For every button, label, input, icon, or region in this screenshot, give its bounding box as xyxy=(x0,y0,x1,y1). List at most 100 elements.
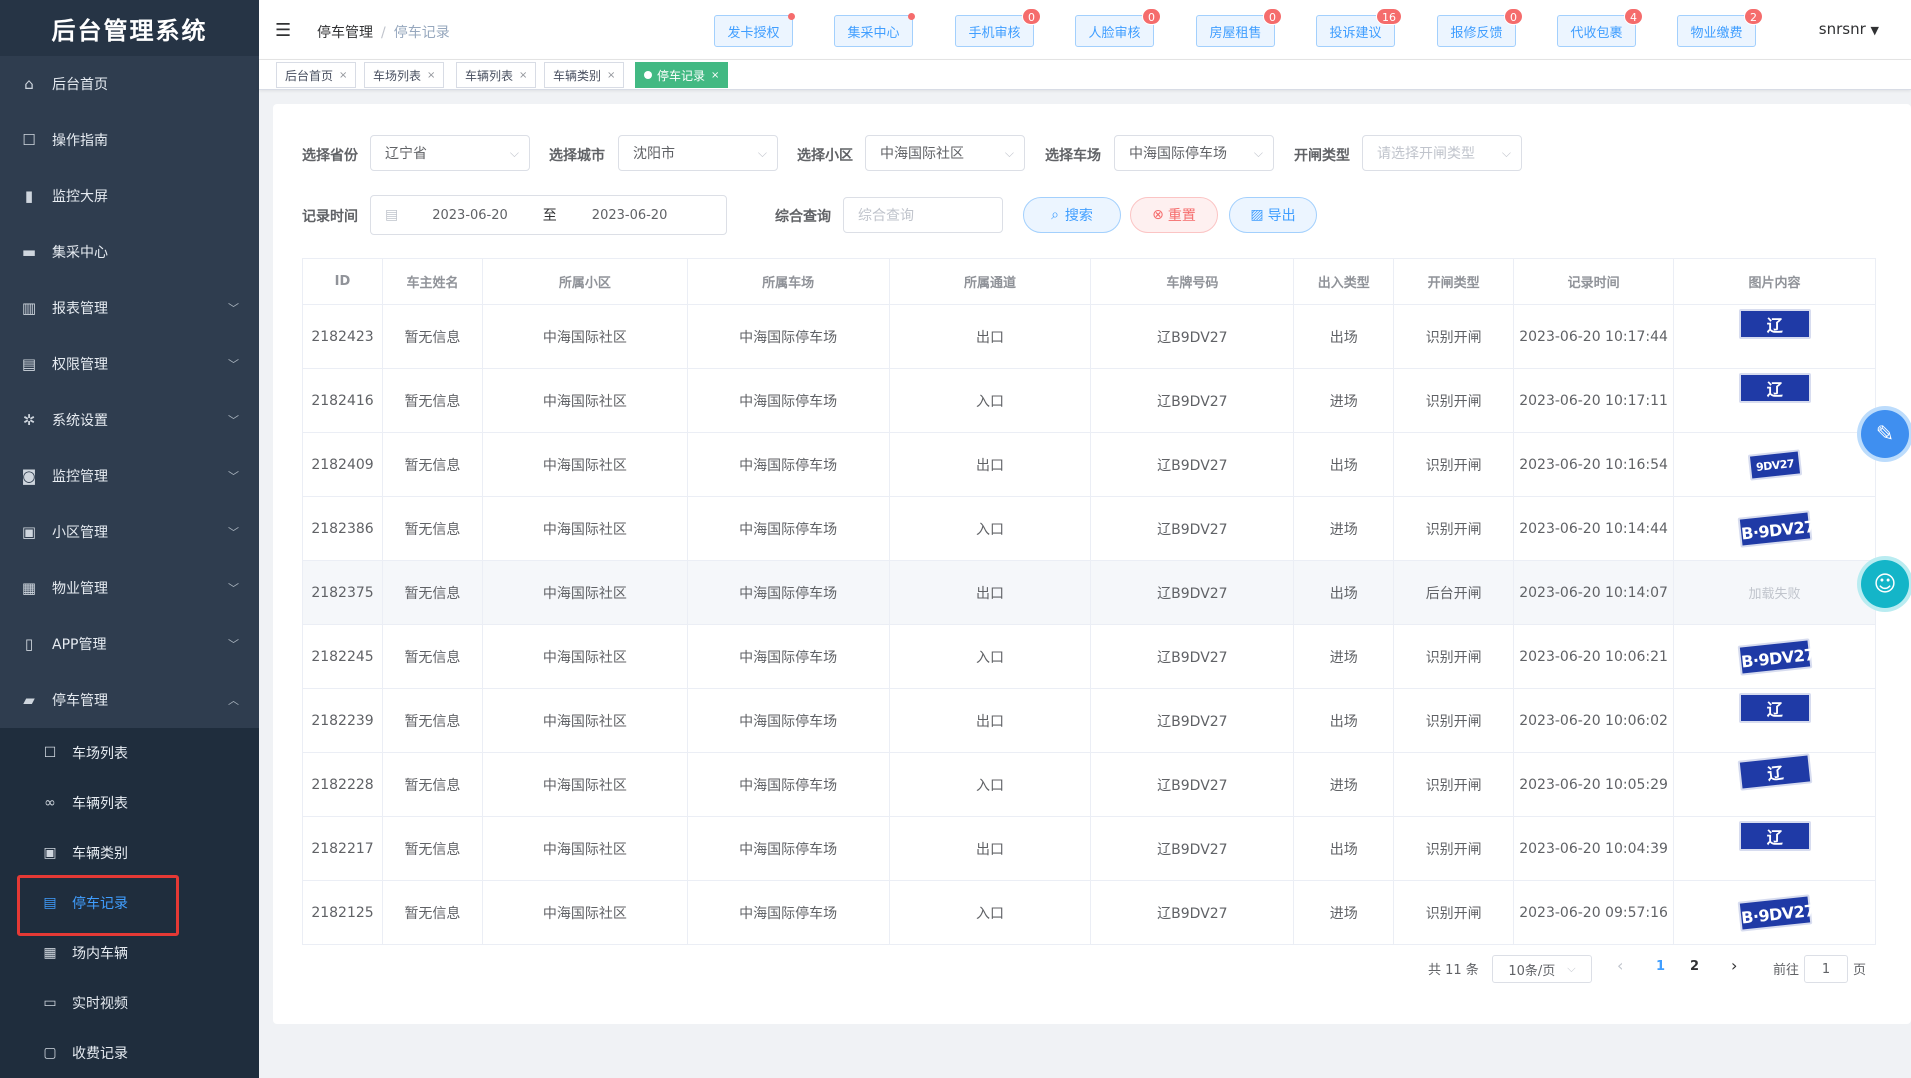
sidebar-item-4[interactable]: ▥ 报表管理 ﹀ xyxy=(0,280,259,336)
reset-button[interactable]: ⊗ 重置 xyxy=(1130,197,1218,233)
sidebar-item-5[interactable]: ▤ 权限管理 ﹀ xyxy=(0,336,259,392)
hamburger-menu-icon[interactable]: ☰ xyxy=(275,20,291,41)
video-icon: ▭ xyxy=(43,995,57,1011)
pagination-total: 共 11 条 xyxy=(1428,963,1479,978)
tab-2[interactable]: 车辆列表 × xyxy=(456,62,537,88)
city-select[interactable]: 沈阳市 ⌵ xyxy=(618,135,778,171)
search-button[interactable]: ⌕ 搜索 xyxy=(1023,197,1121,233)
image-cell: 辽B·9DV27 xyxy=(1673,752,1876,817)
quick-button-0[interactable]: 发卡授权 xyxy=(714,13,795,47)
quick-button-5[interactable]: 投诉建议 16 xyxy=(1316,8,1402,47)
page-2-button[interactable]: 2 xyxy=(1690,959,1699,974)
tab-3[interactable]: 车辆类别 × xyxy=(544,62,625,88)
export-button[interactable]: ▨ 导出 xyxy=(1229,197,1317,233)
table-row[interactable]: 2182423 暂无信息 中海国际社区 中海国际停车场 出口 辽B9DV27 出场 识别开闸 2… xyxy=(302,304,1876,369)
next-page-button[interactable]: › xyxy=(1731,956,1737,975)
table-cell: 识别开闸 xyxy=(1393,752,1515,817)
plate-image[interactable]: B·9DV27 xyxy=(1737,509,1815,548)
chevron-down-icon: ⌵ xyxy=(1501,146,1511,160)
table-cell: 出口 xyxy=(888,560,1092,625)
tab-1[interactable]: 车场列表 × xyxy=(364,62,445,88)
close-icon[interactable]: × xyxy=(427,70,435,81)
quick-button-2[interactable]: 手机审核 0 xyxy=(955,8,1041,47)
count-badge: 2 xyxy=(1744,8,1763,25)
gate-type-select[interactable]: 请选择开闸类型 ⌵ xyxy=(1362,135,1522,171)
goto-page-input[interactable]: 1 xyxy=(1804,955,1848,983)
quick-button-label: 人脸审核 xyxy=(1088,25,1141,41)
plate-image[interactable]: 辽B·9DV27 xyxy=(1738,308,1815,365)
quick-button-3[interactable]: 人脸审核 0 xyxy=(1075,8,1161,47)
sidebar-item-1[interactable]: ☐ 操作指南 xyxy=(0,112,259,168)
prev-page-button[interactable]: ‹ xyxy=(1617,956,1623,975)
submenu-item-5[interactable]: ▭ 实时视频 xyxy=(0,978,259,1028)
close-icon[interactable]: × xyxy=(711,70,719,81)
bike-icon: ∞ xyxy=(44,795,56,811)
quick-button-7[interactable]: 代收包裹 4 xyxy=(1557,8,1643,47)
table-row[interactable]: 2182416 暂无信息 中海国际社区 中海国际停车场 入口 辽B9DV27 进场 识别开闸 2… xyxy=(302,368,1876,433)
query-input[interactable]: 综合查询 xyxy=(843,197,1003,233)
plate-image[interactable]: 9DV27 xyxy=(1747,448,1802,481)
sidebar-item-6[interactable]: ✲ 系统设置 ﹀ xyxy=(0,392,259,448)
sidebar-item-9[interactable]: ▦ 物业管理 ﹀ xyxy=(0,560,259,616)
plate-image[interactable]: B·9DV27 xyxy=(1737,893,1815,932)
breadcrumb-parent[interactable]: 停车管理 xyxy=(317,25,373,41)
sidebar-item-label: 系统设置 xyxy=(52,413,108,429)
community-select[interactable]: 中海国际社区 ⌵ xyxy=(865,135,1025,171)
table-row[interactable]: 2182217 暂无信息 中海国际社区 中海国际停车场 出口 辽B9DV27 出场 识别开闸 2… xyxy=(302,816,1876,881)
quick-button-1[interactable]: 集采中心 xyxy=(834,13,915,47)
plate-image[interactable]: 辽B·9DV27 xyxy=(1737,752,1818,816)
table-cell: 入口 xyxy=(888,496,1092,561)
sidebar-item-3[interactable]: ▬ 集采中心 xyxy=(0,224,259,280)
submenu-item-0[interactable]: ☐ 车场列表 xyxy=(0,728,259,778)
sidebar-item-11[interactable]: ▰ 停车管理 ︿ xyxy=(0,672,259,728)
column-header: 图片内容 xyxy=(1673,258,1876,305)
table-row[interactable]: 2182409 暂无信息 中海国际社区 中海国际停车场 出口 辽B9DV27 出场 识别开闸 2… xyxy=(302,432,1876,497)
date-start[interactable]: 2023-06-20 xyxy=(432,208,508,223)
table-row[interactable]: 2182239 暂无信息 中海国际社区 中海国际停车场 出口 辽B9DV27 出场 识别开闸 2… xyxy=(302,688,1876,753)
table-row[interactable]: 2182125 暂无信息 中海国际社区 中海国际停车场 入口 辽B9DV27 进场 识别开闸 2… xyxy=(302,880,1876,945)
close-icon[interactable]: × xyxy=(519,70,527,81)
customer-service-icon[interactable]: ☺ xyxy=(1861,560,1909,608)
edit-fab-icon[interactable]: ✎ xyxy=(1861,410,1909,458)
chevron-down-icon: ﹀ xyxy=(228,358,239,371)
province-select[interactable]: 辽宁省 ⌵ xyxy=(370,135,530,171)
lot-select[interactable]: 中海国际停车场 ⌵ xyxy=(1114,135,1274,171)
user-menu[interactable]: snrsnr ▼ xyxy=(1819,20,1879,38)
page-1-button[interactable]: 1 xyxy=(1656,959,1665,974)
submenu-item-6[interactable]: ▢ 收费记录 xyxy=(0,1028,259,1078)
table-cell: 进场 xyxy=(1293,368,1395,433)
date-end[interactable]: 2023-06-20 xyxy=(592,208,668,223)
table-row[interactable]: 2182386 暂无信息 中海国际社区 中海国际停车场 入口 辽B9DV27 进场 识别开闸 2… xyxy=(302,496,1876,561)
tab-0[interactable]: 后台首页 × xyxy=(276,62,357,88)
plate-image[interactable]: 辽B·9DV27 xyxy=(1738,372,1815,429)
table-cell: 中海国际停车场 xyxy=(686,880,890,945)
submenu-item-2[interactable]: ▣ 车辆类别 xyxy=(0,828,259,878)
table-row[interactable]: 2182245 暂无信息 中海国际社区 中海国际停车场 入口 辽B9DV27 进场 识别开闸 2… xyxy=(302,624,1876,689)
sidebar-item-2[interactable]: ▮ 监控大屏 xyxy=(0,168,259,224)
table-row[interactable]: 2182228 暂无信息 中海国际社区 中海国际停车场 入口 辽B9DV27 进场 识别开闸 2… xyxy=(302,752,1876,817)
submenu-item-1[interactable]: ∞ 车辆列表 xyxy=(0,778,259,828)
sidebar-item-7[interactable]: ◙ 监控管理 ﹀ xyxy=(0,448,259,504)
image-cell: 加载失败 xyxy=(1673,560,1876,625)
phone-icon: ▯ xyxy=(24,635,34,653)
sidebar-item-10[interactable]: ▯ APP管理 ﹀ xyxy=(0,616,259,672)
table-cell: 出场 xyxy=(1293,688,1395,753)
chevron-down-icon: ﹀ xyxy=(228,638,239,651)
plate-image[interactable]: 辽B·9DV27 xyxy=(1738,820,1815,877)
table-row[interactable]: 2182375 暂无信息 中海国际社区 中海国际停车场 出口 辽B9DV27 出场 后台开闸 2… xyxy=(302,560,1876,625)
folder-icon: ▬ xyxy=(21,243,37,261)
quick-button-8[interactable]: 物业缴费 2 xyxy=(1677,8,1763,47)
plate-image[interactable]: B·9DV27 xyxy=(1737,637,1815,676)
sidebar-item-0[interactable]: ⌂ 后台首页 xyxy=(0,56,259,112)
close-icon[interactable]: × xyxy=(339,70,347,81)
page-size-select[interactable]: 10条/页 ⌵ xyxy=(1492,955,1592,983)
table-cell: 中海国际社区 xyxy=(481,560,688,625)
quick-button-4[interactable]: 房屋租售 0 xyxy=(1196,8,1282,47)
sidebar-item-8[interactable]: ▣ 小区管理 ﹀ xyxy=(0,504,259,560)
table-cell: 中海国际社区 xyxy=(481,368,688,433)
tab-4[interactable]: 停车记录 × xyxy=(635,62,729,88)
date-range-picker[interactable]: ▤ 2023-06-20 至 2023-06-20 xyxy=(370,195,727,235)
close-icon[interactable]: × xyxy=(607,70,615,81)
plate-image[interactable]: 辽B·9DV27 xyxy=(1738,692,1815,749)
quick-button-6[interactable]: 报修反馈 0 xyxy=(1437,8,1523,47)
